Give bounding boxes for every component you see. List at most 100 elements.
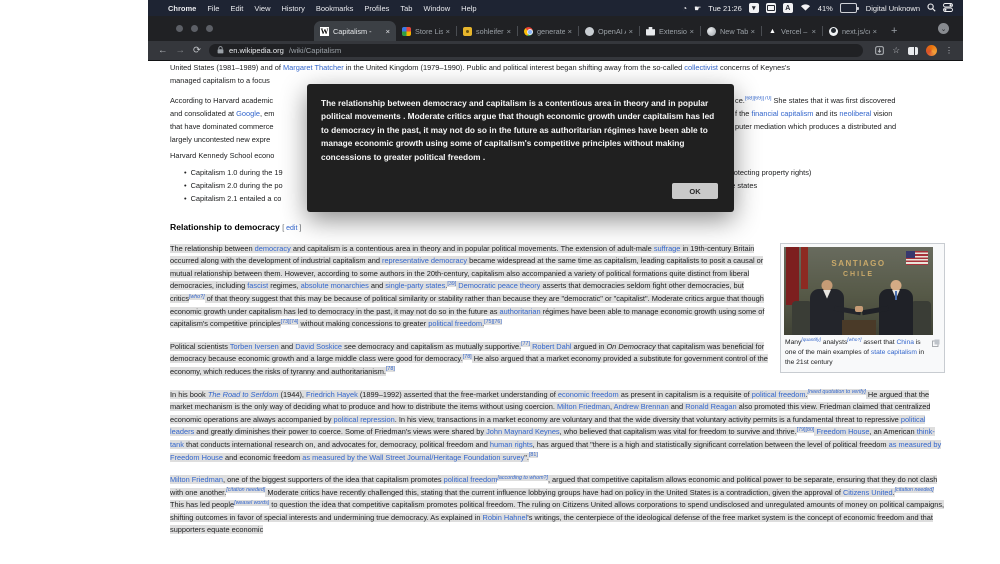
wiki-link[interactable]: Democratic peace theory	[458, 281, 541, 291]
wiki-link[interactable]: neoliberal	[839, 109, 871, 118]
citation-link[interactable]: [73][74]	[280, 318, 299, 325]
citation-link[interactable]: [quantify]	[801, 337, 821, 342]
tab-extensions[interactable]: Extensions×	[640, 21, 700, 41]
tab-sohleifer-s[interactable]: sohleifer (S×	[457, 21, 517, 41]
wiki-link[interactable]: democracy	[254, 243, 291, 253]
wiki-link[interactable]: Margaret Thatcher	[283, 63, 344, 72]
ok-button[interactable]: OK	[672, 183, 718, 199]
citation-link[interactable]: [79][80]	[796, 426, 815, 433]
wiki-link[interactable]: Andrew Brennan	[613, 402, 669, 412]
citation-link[interactable]: [68][69][70]	[745, 96, 772, 102]
wiki-link[interactable]: political freedom	[443, 475, 498, 485]
citation-link[interactable]: [78]	[385, 366, 395, 373]
lock-icon[interactable]	[217, 45, 224, 56]
profile-avatar[interactable]	[926, 45, 937, 56]
menu-item-tab[interactable]: Tab	[400, 4, 412, 13]
new-tab-button[interactable]: +	[891, 26, 897, 37]
wiki-link[interactable]: The Road to Serfdom	[207, 389, 279, 399]
close-tab-icon[interactable]: ×	[568, 27, 572, 36]
chrome-menu-icon[interactable]: ⋮	[945, 46, 953, 55]
close-tab-icon[interactable]: ×	[446, 27, 450, 36]
citation-link[interactable]: [citation needed]	[226, 487, 266, 494]
zoom-window-button[interactable]	[206, 25, 213, 32]
menu-item-chrome[interactable]: Chrome	[168, 4, 196, 13]
menu-item-profiles[interactable]: Profiles	[364, 4, 389, 13]
display-mirroring-icon[interactable]	[765, 3, 776, 13]
wiki-link[interactable]: collectivist	[684, 63, 718, 72]
wiki-link[interactable]: authoritarian	[499, 306, 541, 316]
wiki-link[interactable]: as measured by the Wall Street Journal/H…	[302, 452, 525, 462]
citation-link[interactable]: [who?]	[188, 293, 205, 300]
tab-openai-api[interactable]: OpenAI API×	[579, 21, 639, 41]
reload-button[interactable]: ⟳	[193, 41, 201, 60]
wiki-link[interactable]: Google	[236, 109, 260, 118]
spotlight-search-icon[interactable]	[927, 2, 936, 14]
citation-link[interactable]: [citation needed]	[894, 487, 934, 494]
close-tab-icon[interactable]: ×	[873, 27, 877, 36]
back-button[interactable]: ←	[158, 41, 168, 60]
minimize-window-button[interactable]	[191, 25, 198, 32]
wiki-link[interactable]: Ronald Reagan	[685, 402, 737, 412]
wiki-link[interactable]: financial capitalism	[751, 109, 813, 118]
citation-link[interactable]: [weasel words]	[234, 499, 270, 506]
side-panel-icon[interactable]	[908, 46, 918, 55]
close-tab-icon[interactable]: ×	[507, 27, 511, 36]
close-tab-icon[interactable]: ×	[386, 27, 390, 36]
record-icon[interactable]: ▾	[748, 3, 759, 13]
wiki-link[interactable]: political freedom	[751, 389, 806, 399]
wiki-link[interactable]: John Maynard Keynes	[486, 427, 560, 437]
wiki-link[interactable]: suffrage	[653, 243, 681, 253]
wiki-link[interactable]: Torben Iversen	[229, 341, 279, 351]
close-tab-icon[interactable]: ×	[629, 27, 633, 36]
screen-time-icon[interactable]: ◔	[682, 4, 687, 13]
citation-link[interactable]: [39]	[447, 280, 457, 287]
control-center-icon[interactable]	[943, 2, 953, 14]
wiki-link[interactable]: human rights	[489, 439, 533, 449]
bookmark-star-icon[interactable]: ☆	[892, 45, 900, 56]
close-tab-icon[interactable]: ×	[690, 27, 694, 36]
close-tab-icon[interactable]: ×	[751, 27, 755, 36]
tab-vercel-ho[interactable]: ▲ Vercel – Ho×	[762, 21, 822, 41]
wifi-icon[interactable]	[800, 3, 811, 13]
wiki-link[interactable]: Freedom House	[816, 427, 870, 437]
wiki-link[interactable]: China	[896, 339, 913, 346]
wiki-link[interactable]: political repression	[333, 414, 395, 424]
citation-link[interactable]: [75][76]	[484, 318, 502, 325]
tab-search-icon[interactable]: ⌄	[938, 23, 949, 34]
menu-item-file[interactable]: File	[207, 4, 219, 13]
menu-item-bookmarks[interactable]: Bookmarks	[316, 4, 354, 13]
wiki-link[interactable]: Milton Friedman	[556, 402, 610, 412]
citation-link[interactable]: [according to whom?]	[497, 474, 548, 481]
wiki-link[interactable]: economic freedom	[557, 389, 619, 399]
install-page-icon[interactable]	[875, 42, 885, 60]
citation-link[interactable]: [who?]	[847, 337, 861, 342]
menu-item-help[interactable]: Help	[461, 4, 476, 13]
edit-section-link[interactable]: [ edit ]	[282, 225, 301, 232]
tab-new-tab[interactable]: New Tab ×	[701, 21, 761, 41]
tab-store-listing[interactable]: Store Listing×	[396, 21, 456, 41]
forward-button[interactable]: →	[176, 41, 186, 60]
wiki-link[interactable]: political freedom	[428, 319, 483, 329]
wiki-link[interactable]: absolute monarchies	[300, 281, 369, 291]
menu-item-history[interactable]: History	[282, 4, 305, 13]
tab-next-js-cons[interactable]: next.js/cons×	[823, 21, 883, 41]
wiki-link[interactable]: David Soskice	[295, 341, 343, 351]
wiki-link[interactable]: Robin Hahnel	[482, 512, 528, 522]
wiki-link[interactable]: Robert Dahl	[532, 341, 572, 351]
tab-generated-r[interactable]: generated r×	[518, 21, 578, 41]
citation-link[interactable]: [78]	[462, 353, 472, 360]
wiki-link[interactable]: fascist	[247, 281, 269, 291]
enlarge-icon[interactable]	[932, 339, 940, 351]
wiki-link[interactable]: state capitalism	[871, 349, 917, 356]
citation-link[interactable]: [77]	[521, 341, 530, 348]
close-tab-icon[interactable]: ×	[812, 27, 816, 36]
input-source-icon[interactable]: A	[782, 3, 793, 13]
wiki-link[interactable]: representative democracy	[381, 256, 468, 266]
close-window-button[interactable]	[176, 25, 183, 32]
omnibox[interactable]: en.wikipedia.org/wiki/Capitalism	[208, 44, 864, 57]
menu-item-view[interactable]: View	[254, 4, 270, 13]
hand-app-icon[interactable]: ☛	[694, 4, 701, 13]
citation-link[interactable]: [81]	[528, 452, 538, 459]
menubar-clock[interactable]: Tue 21:26	[708, 4, 742, 13]
menu-item-edit[interactable]: Edit	[230, 4, 243, 13]
